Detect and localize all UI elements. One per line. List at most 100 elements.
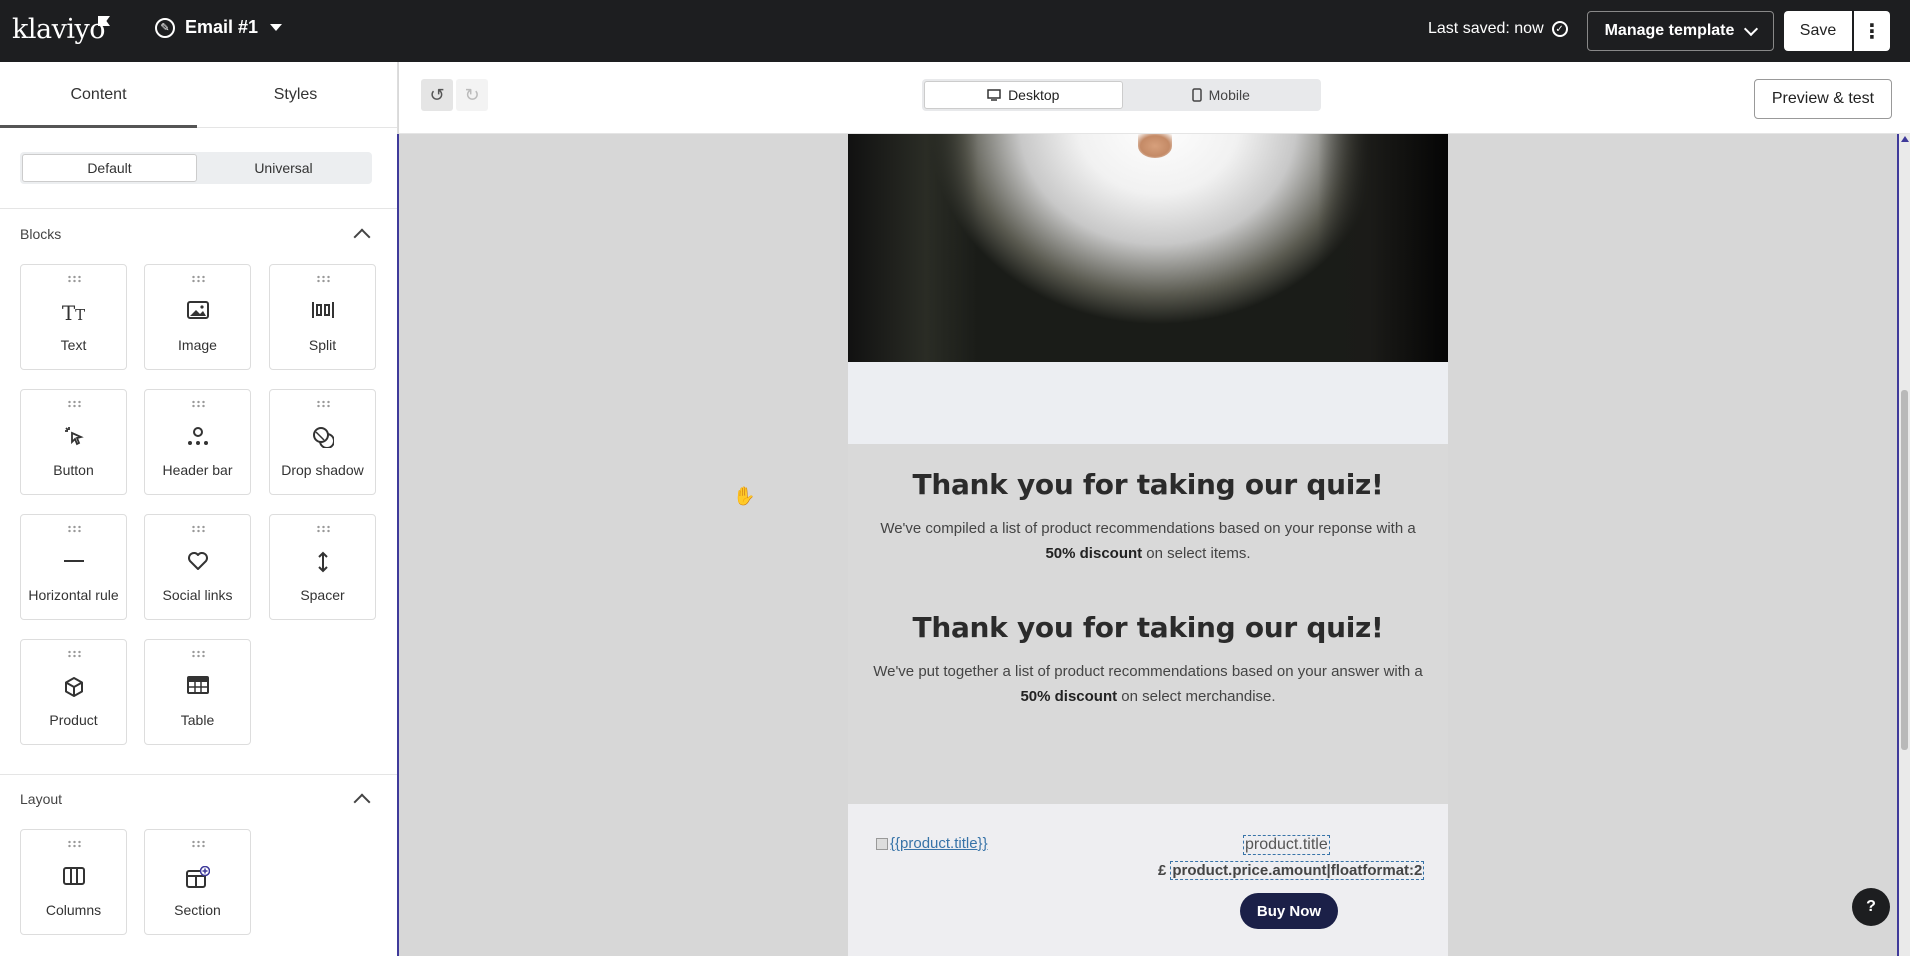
drag-handle-icon[interactable] (67, 400, 83, 408)
block-drop-shadow[interactable]: Drop shadow (269, 389, 376, 495)
undo-icon[interactable]: ↺ (421, 79, 453, 111)
scroll-thumb[interactable] (1901, 390, 1908, 750)
product-price[interactable]: £ product.price.amount|floatformat:2 (1158, 861, 1425, 880)
product-image-alt: {{product.title}} (890, 835, 988, 852)
canvas-toolbar: ↺ ↻ Desktop Mobile Preview & test (399, 62, 1910, 134)
paragraph-2-end: on select merchandise. (1117, 688, 1276, 705)
desktop-icon (987, 89, 1001, 101)
edit-pencil-icon[interactable]: ✎ (155, 17, 175, 38)
email-title-menu[interactable]: ✎ Email #1 (155, 17, 283, 38)
drag-handle-icon[interactable] (316, 400, 332, 408)
blocks-heading: Blocks (20, 226, 62, 242)
klaviyo-logo[interactable]: klaviyo (12, 14, 106, 45)
save-button[interactable]: Save (1784, 11, 1852, 51)
spacer-icon (270, 551, 375, 579)
save-status: Last saved: now ✓ (1428, 20, 1568, 38)
cube-icon (21, 676, 126, 704)
mobile-label: Mobile (1208, 87, 1250, 103)
drag-handle-icon[interactable] (191, 400, 207, 408)
check-circle-icon: ✓ (1551, 21, 1568, 37)
layout-section-header[interactable]: Layout (20, 790, 372, 811)
drag-handle-icon[interactable] (67, 840, 83, 848)
chevron-up-icon[interactable] (353, 228, 371, 246)
preview-and-test-button[interactable]: Preview & test (1754, 79, 1892, 119)
block-button[interactable]: Button (20, 389, 127, 495)
blocks-section-header[interactable]: Blocks (20, 225, 372, 246)
device-toggle: Desktop Mobile (922, 79, 1321, 111)
drag-handle-icon[interactable] (191, 840, 207, 848)
drag-handle-icon[interactable] (67, 525, 83, 533)
paragraph-1-text: We've compiled a list of product recomme… (880, 520, 1416, 537)
email-body[interactable]: Thank you for taking our quiz! We've com… (848, 134, 1448, 956)
block-text[interactable]: TT Text (20, 264, 127, 370)
block-label: Button (53, 462, 94, 478)
split-icon (270, 301, 375, 325)
scope-default-button[interactable]: Default (22, 154, 197, 182)
layout-columns[interactable]: Columns (20, 829, 127, 935)
heart-icon (145, 551, 250, 577)
chevron-down-icon (1744, 21, 1759, 36)
tab-styles[interactable]: Styles (197, 62, 394, 127)
heading-2[interactable]: Thank you for taking our quiz! (848, 611, 1448, 644)
block-horizontal-rule[interactable]: Horizontal rule (20, 514, 127, 620)
paragraph-2-text: We've put together a list of product rec… (873, 663, 1423, 680)
block-label: Split (308, 337, 337, 353)
scope-toggle: Default Universal (20, 152, 372, 184)
drag-handle-icon[interactable] (67, 650, 83, 658)
tab-content[interactable]: Content (0, 62, 197, 128)
drag-handle-icon[interactable] (316, 275, 332, 283)
drag-handle-icon[interactable] (191, 525, 207, 533)
block-split[interactable]: Split (269, 264, 376, 370)
header-bar-icon (145, 426, 250, 452)
product-image-link[interactable]: {{product.title}} (876, 835, 988, 852)
desktop-view-button[interactable]: Desktop (924, 81, 1123, 109)
caret-down-icon[interactable] (270, 24, 283, 31)
block-label: Text (60, 337, 87, 353)
block-label: Columns (45, 902, 102, 918)
image-shadow-left (848, 134, 978, 362)
drag-handle-icon[interactable] (191, 650, 207, 658)
block-label: Horizontal rule (28, 587, 119, 603)
layout-section[interactable]: Section (144, 829, 251, 935)
paragraph-2[interactable]: We've put together a list of product rec… (864, 659, 1432, 709)
email-name[interactable]: Email #1 (185, 17, 258, 38)
section-icon (145, 865, 250, 894)
table-icon (145, 676, 250, 700)
scope-universal-button[interactable]: Universal (197, 154, 370, 182)
block-label: Header bar (162, 462, 233, 478)
cat-nose (1138, 134, 1172, 158)
chevron-up-icon[interactable] (353, 793, 371, 811)
buy-now-button[interactable]: Buy Now (1240, 893, 1338, 929)
text-icon: TT (61, 301, 86, 325)
block-label: Spacer (300, 587, 345, 603)
block-image[interactable]: Image (144, 264, 251, 370)
block-table[interactable]: Table (144, 639, 251, 745)
paragraph-1-end: on select items. (1142, 545, 1251, 562)
drag-handle-icon[interactable] (67, 275, 83, 283)
block-label: Drop shadow (281, 462, 364, 478)
paragraph-1[interactable]: We've compiled a list of product recomme… (864, 516, 1432, 566)
last-saved-text: Last saved: now (1428, 20, 1544, 37)
scroll-up-arrow-icon[interactable] (1901, 136, 1909, 142)
block-product[interactable]: Product (20, 639, 127, 745)
block-header-bar[interactable]: Header bar (144, 389, 251, 495)
manage-template-button[interactable]: Manage template (1587, 11, 1774, 51)
block-spacer[interactable]: Spacer (269, 514, 376, 620)
mobile-view-button[interactable]: Mobile (1123, 81, 1320, 109)
redo-icon[interactable]: ↻ (456, 79, 488, 111)
heading-1[interactable]: Thank you for taking our quiz! (848, 468, 1448, 501)
drag-handle-icon[interactable] (191, 275, 207, 283)
cat-image[interactable] (848, 134, 1448, 362)
product-block[interactable]: {{product.title}} product.title £ produc… (848, 807, 1448, 956)
drag-handle-icon[interactable] (316, 525, 332, 533)
spacer-block[interactable] (848, 362, 1448, 444)
help-button[interactable]: ? (1852, 888, 1890, 926)
discount-text: 50% discount (1020, 688, 1118, 705)
more-options-icon[interactable]: ⋮ (1854, 11, 1890, 51)
block-label: Social links (162, 587, 233, 603)
canvas-scrollbar[interactable] (1897, 134, 1910, 956)
panel-tabs: Content Styles (0, 62, 397, 128)
layout-heading: Layout (20, 791, 63, 807)
block-social-links[interactable]: Social links (144, 514, 251, 620)
product-title[interactable]: product.title (1243, 835, 1330, 855)
